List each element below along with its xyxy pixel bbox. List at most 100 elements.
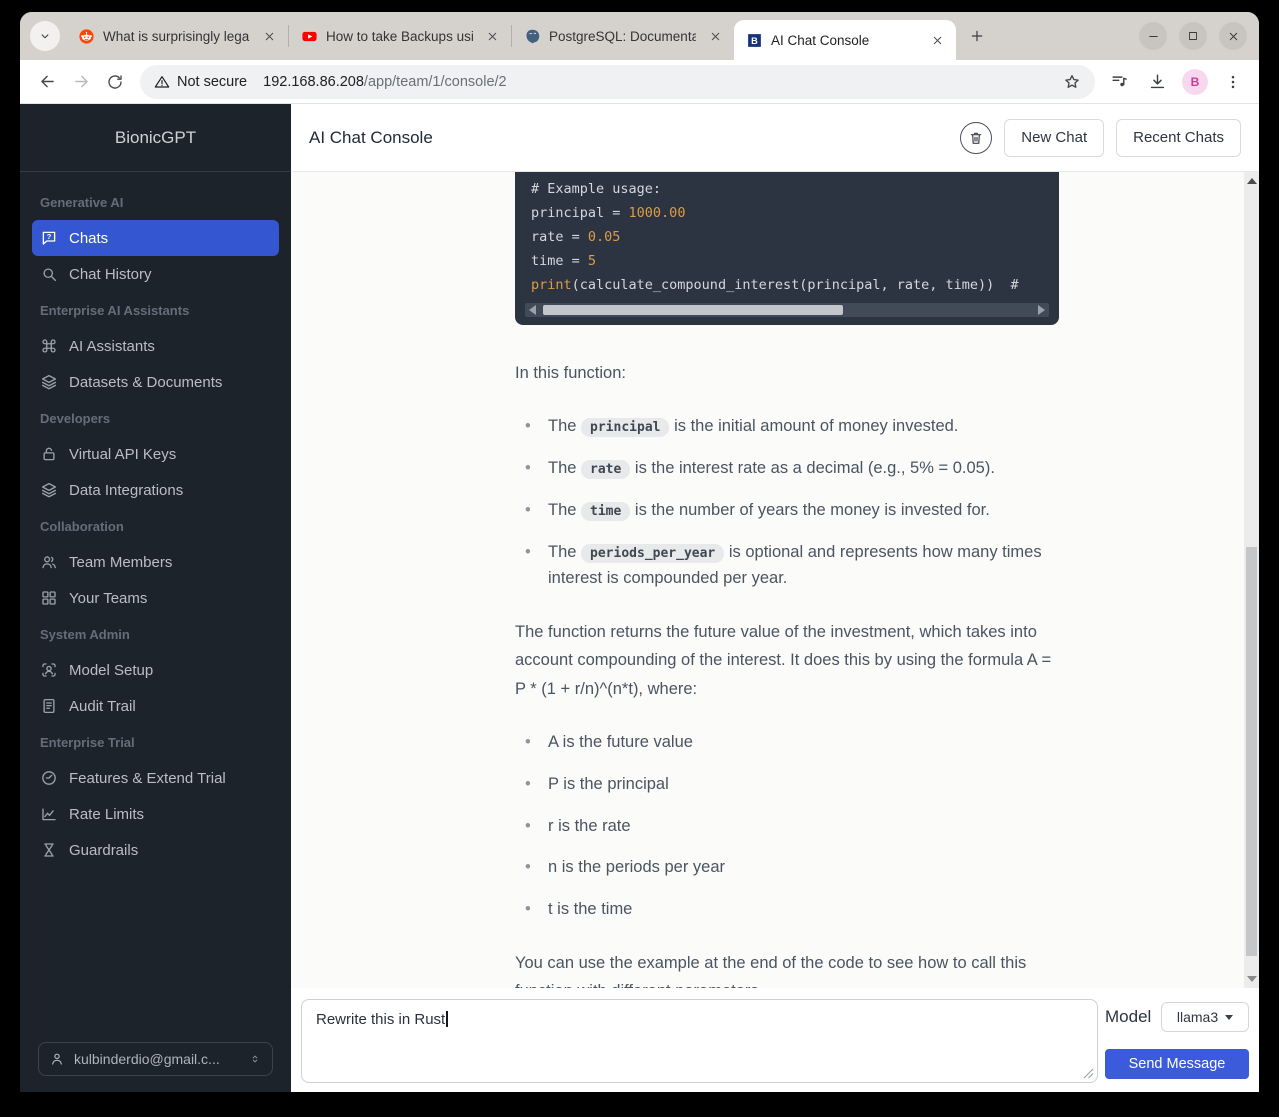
app-body: BionicGPT Generative AI ? Chats Chat His… [20, 104, 1259, 1092]
tab-close-icon[interactable] [481, 25, 503, 47]
profile-button[interactable]: B [1179, 66, 1211, 98]
window-controls [1139, 22, 1247, 50]
sidebar-item-label: Team Members [69, 554, 172, 571]
sidebar-item-label: Virtual API Keys [69, 446, 176, 463]
code-line: principal = 1000.00 [515, 201, 1059, 225]
code-horizontal-scrollbar[interactable] [525, 303, 1049, 317]
tab-search-button[interactable] [30, 21, 60, 51]
media-controls-icon [1110, 72, 1129, 91]
sidebar-item-label: Datasets & Documents [69, 374, 222, 391]
reload-icon [106, 73, 124, 91]
url-host: 192.168.86.208 [263, 74, 364, 90]
download-icon [1148, 72, 1167, 91]
sidebar-item-chats[interactable]: ? Chats [32, 220, 279, 256]
recent-chats-button[interactable]: Recent Chats [1116, 119, 1241, 157]
sidebar-item-features-extend-trial[interactable]: Features & Extend Trial [32, 760, 279, 796]
new-chat-button[interactable]: New Chat [1004, 119, 1104, 157]
list-item: A is the future value [515, 729, 1059, 756]
list-item: t is the time [515, 896, 1059, 923]
variable-list: A is the future value P is the principal… [515, 729, 1059, 923]
sidebar-item-label: Features & Extend Trial [69, 770, 226, 787]
sidebar-item-datasets-documents[interactable]: Datasets & Documents [32, 364, 279, 400]
forward-icon [72, 72, 91, 91]
sidebar-nav: Generative AI ? Chats Chat History Enter… [20, 172, 291, 868]
scroll-right-arrow-icon[interactable] [1038, 305, 1045, 315]
page-header: AI Chat Console New Chat Recent Chats [291, 104, 1259, 172]
person-icon [49, 1051, 65, 1067]
chevron-down-icon [1225, 1015, 1233, 1020]
list-item: The periods_per_year is optional and rep… [515, 539, 1059, 592]
users-icon [40, 553, 58, 571]
security-chip[interactable]: Not secure [154, 74, 247, 90]
chat-scrollbar[interactable] [1244, 172, 1259, 988]
user-email: kulbinderdio@gmail.c... [74, 1051, 220, 1067]
reload-button[interactable] [98, 65, 132, 99]
lock-icon [40, 445, 58, 463]
model-select-value: llama3 [1177, 1009, 1218, 1025]
browser-menu-button[interactable] [1217, 66, 1249, 98]
code-scrollbar-thumb[interactable] [543, 305, 843, 315]
message-input[interactable]: Rewrite this in Rust [301, 999, 1098, 1083]
scroll-down-arrow-icon[interactable] [1247, 976, 1257, 982]
page-title: AI Chat Console [309, 128, 433, 148]
back-button[interactable] [30, 65, 64, 99]
tab-postgresql[interactable]: PostgreSQL: Documenta [512, 12, 734, 60]
sidebar-item-label: Model Setup [69, 662, 153, 679]
nav-group-heading: Generative AI [32, 184, 279, 220]
address-bar[interactable]: Not secure 192.168.86.208/app/team/1/con… [140, 65, 1095, 99]
code-block: # Example usage: principal = 1000.00 rat… [515, 172, 1059, 325]
forward-button[interactable] [64, 65, 98, 99]
sidebar-item-data-integrations[interactable]: Data Integrations [32, 472, 279, 508]
bookmark-button[interactable] [1057, 67, 1087, 97]
chat-scrollbar-thumb[interactable] [1246, 547, 1257, 956]
document-icon [40, 697, 58, 715]
sidebar-item-your-teams[interactable]: Your Teams [32, 580, 279, 616]
maximize-button[interactable] [1179, 22, 1207, 50]
minimize-icon [1147, 30, 1160, 43]
media-controls-button[interactable] [1103, 66, 1135, 98]
tab-close-icon[interactable] [926, 29, 948, 51]
chat-scroll-area: # Example usage: principal = 1000.00 rat… [291, 172, 1259, 988]
code-line: # Example usage: [515, 177, 1059, 201]
code-line: rate = 0.05 [515, 225, 1059, 249]
message-paragraph: The function returns the future value of… [515, 618, 1059, 703]
scroll-left-arrow-icon[interactable] [529, 305, 536, 315]
sidebar-item-audit-trail[interactable]: Audit Trail [32, 688, 279, 724]
model-select[interactable]: llama3 [1161, 1002, 1249, 1032]
clock-icon [40, 769, 58, 787]
nav-group-heading: Developers [32, 400, 279, 436]
minimize-button[interactable] [1139, 22, 1167, 50]
sidebar-item-guardrails[interactable]: Guardrails [32, 832, 279, 868]
url-text: 192.168.86.208/app/team/1/console/2 [263, 74, 1057, 90]
user-account-select[interactable]: kulbinderdio@gmail.c... [38, 1042, 273, 1076]
sidebar-item-rate-limits[interactable]: Rate Limits [32, 796, 279, 832]
tab-close-icon[interactable] [258, 25, 280, 47]
close-window-button[interactable] [1219, 22, 1247, 50]
downloads-button[interactable] [1141, 66, 1173, 98]
sidebar-item-virtual-api-keys[interactable]: Virtual API Keys [32, 436, 279, 472]
sidebar-item-team-members[interactable]: Team Members [32, 544, 279, 580]
tab-close-icon[interactable] [704, 25, 726, 47]
brand-logo: BionicGPT [20, 104, 291, 172]
close-icon [1227, 30, 1240, 43]
header-actions: New Chat Recent Chats [960, 119, 1241, 157]
delete-chat-button[interactable] [960, 122, 992, 154]
message-paragraph: You can use the example at the end of th… [515, 949, 1059, 988]
tab-reddit[interactable]: What is surprisingly legal [66, 12, 288, 60]
sidebar-item-chat-history[interactable]: Chat History [32, 256, 279, 292]
new-tab-button[interactable] [962, 21, 992, 51]
sidebar: BionicGPT Generative AI ? Chats Chat His… [20, 104, 291, 1092]
tab-youtube[interactable]: How to take Backups usi [289, 12, 511, 60]
chart-icon [40, 805, 58, 823]
sidebar-item-model-setup[interactable]: Model Setup [32, 652, 279, 688]
send-message-button[interactable]: Send Message [1105, 1049, 1249, 1079]
back-icon [38, 72, 57, 91]
resize-grip-icon[interactable] [1083, 1068, 1094, 1079]
profile-avatar: B [1182, 69, 1208, 95]
sidebar-item-ai-assistants[interactable]: AI Assistants [32, 328, 279, 364]
tab-title: What is surprisingly legal [103, 29, 250, 44]
scroll-up-arrow-icon[interactable] [1247, 178, 1257, 184]
tab-ai-chat-console[interactable]: B AI Chat Console [734, 20, 956, 60]
browser-window: What is surprisingly legal How to take B… [20, 12, 1259, 1092]
nav-group-heading: Enterprise Trial [32, 724, 279, 760]
